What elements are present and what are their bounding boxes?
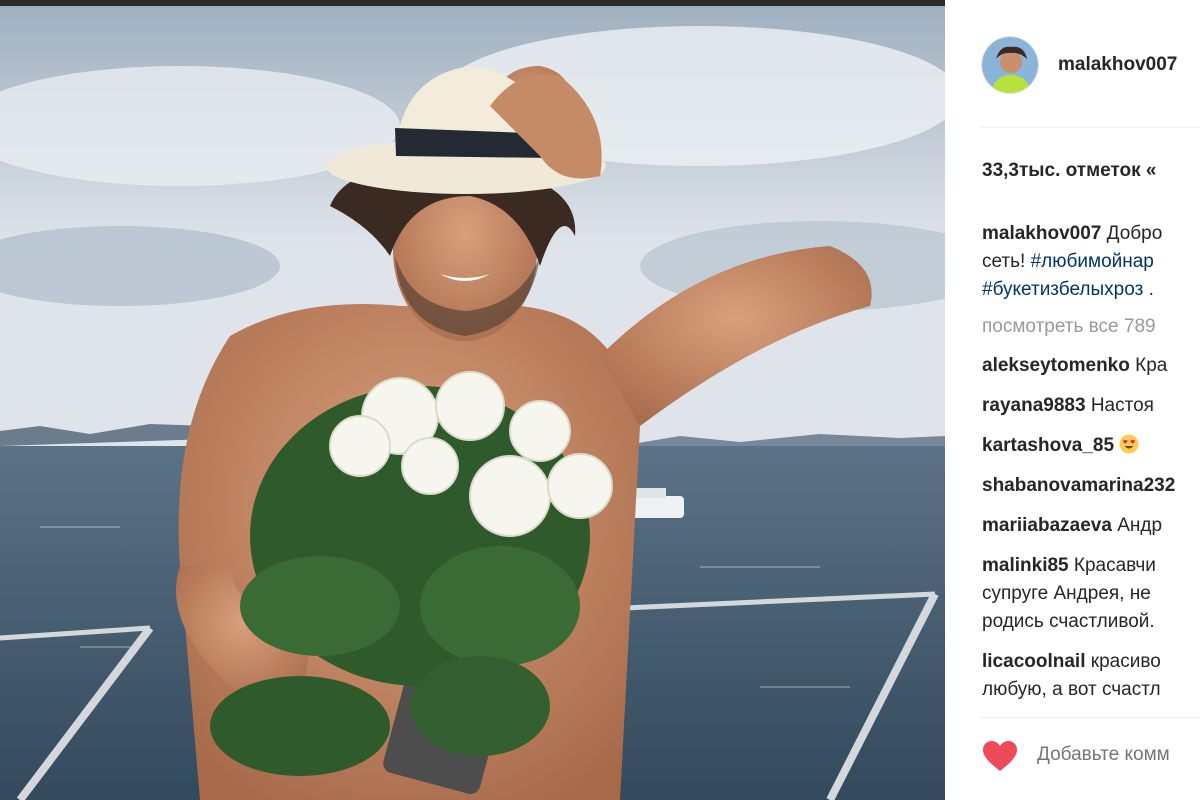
comment-item: shabanovamarina232: [982, 472, 1200, 500]
comment-text-line: родись счастливой.: [982, 611, 1155, 632]
view-all-comments-link[interactable]: посмотреть все 789: [982, 316, 1156, 338]
comment-item: malinki85 Красавчи супруге Андрея, не ро…: [982, 552, 1200, 636]
comment-username[interactable]: shabanovamarina232: [982, 475, 1175, 496]
comment-item: kartashova_85: [982, 432, 1200, 460]
comment-username[interactable]: licacoolnail: [982, 651, 1085, 672]
hashtag-link-2[interactable]: #букетизбелыхроз: [982, 279, 1143, 300]
post-photo-image: [0, 6, 945, 800]
comment-item: mariiabazaeva Андр: [982, 512, 1200, 540]
comment-text: красиво: [1090, 651, 1161, 672]
add-comment-input[interactable]: [1037, 744, 1200, 766]
comment-username[interactable]: malinki85: [982, 555, 1069, 576]
comment-text-line: любую, а вот счастл: [982, 679, 1161, 700]
comment-item: rayana9883 Настоя: [982, 392, 1200, 420]
actions-divider: [981, 717, 1200, 718]
hashtag-link[interactable]: #любимойнар: [1031, 251, 1154, 272]
comment-username[interactable]: alekseytomenko: [982, 355, 1130, 376]
heart-eyes-emoji-icon: [1119, 434, 1139, 454]
comment-username[interactable]: kartashova_85: [982, 435, 1114, 456]
avatar[interactable]: [981, 36, 1039, 94]
post-photo[interactable]: [0, 6, 945, 800]
caption-text: Добро: [1106, 223, 1163, 244]
post-side-panel: malakhov007 33,3тыс. отметок « malakhov0…: [945, 0, 1200, 800]
comment-text-line: супруге Андрея, не: [982, 583, 1151, 604]
comment-text: Андр: [1117, 515, 1163, 536]
comment-text: Красавчи: [1073, 555, 1156, 576]
comment-item: alekseytomenko Кра: [982, 352, 1200, 380]
likes-count[interactable]: 33,3тыс. отметок «: [982, 160, 1156, 182]
comments-list: alekseytomenko Кра rayana9883 Настоя kar…: [982, 352, 1200, 716]
post-caption: malakhov007 Добро сеть! #любимойнар #бук…: [982, 220, 1200, 304]
post-username[interactable]: malakhov007: [1058, 54, 1177, 76]
post-header: malakhov007: [945, 0, 1200, 128]
comment-text: Настоя: [1090, 395, 1154, 416]
caption-text-3: .: [1143, 279, 1154, 300]
comment-username[interactable]: rayana9883: [982, 395, 1086, 416]
heart-icon[interactable]: [982, 740, 1018, 772]
caption-text-2: сеть!: [982, 251, 1031, 272]
comment-item: licacoolnail красиво любую, а вот счастл: [982, 648, 1200, 704]
comment-text: Кра: [1135, 355, 1168, 376]
header-divider: [981, 127, 1200, 128]
comment-username[interactable]: mariiabazaeva: [982, 515, 1112, 536]
caption-username[interactable]: malakhov007: [982, 223, 1101, 244]
